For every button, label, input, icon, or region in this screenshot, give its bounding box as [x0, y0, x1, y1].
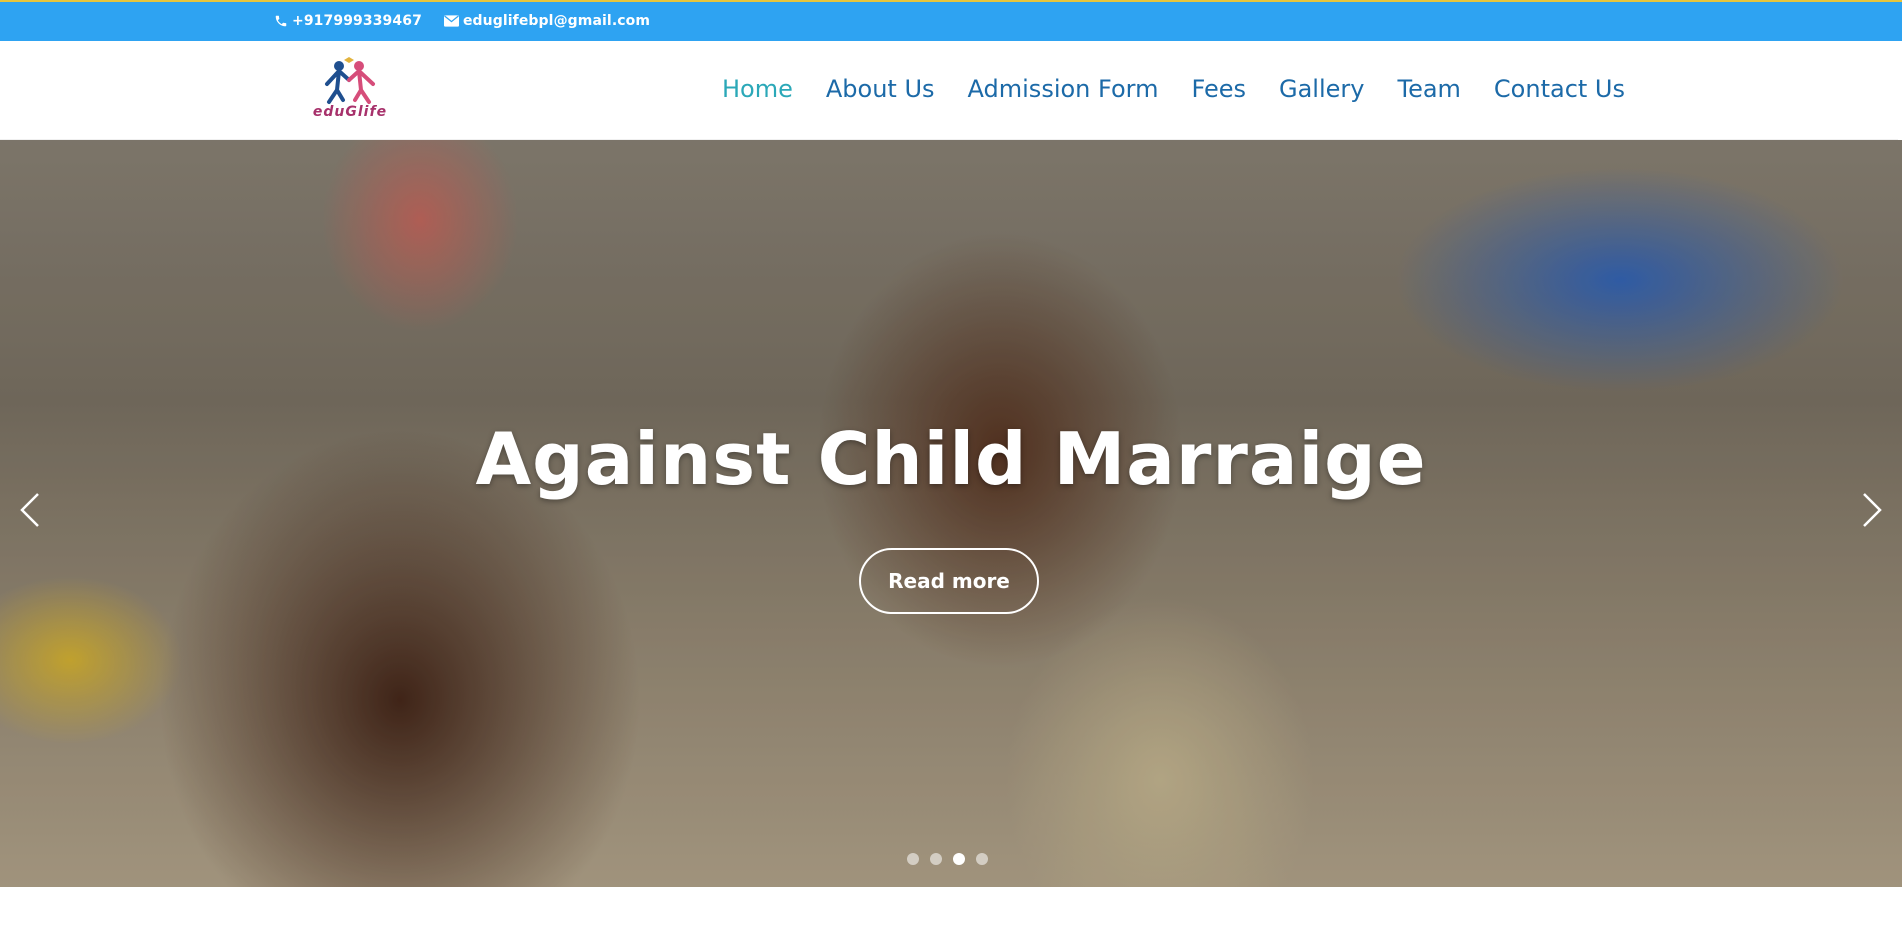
slider-dot-4[interactable]	[976, 853, 988, 865]
phone-icon	[274, 14, 288, 28]
nav-home[interactable]: Home	[722, 75, 793, 103]
hero-title: Against Child Marraige	[475, 417, 1427, 501]
slider-pagination	[907, 853, 988, 865]
email-address: eduglifebpl@gmail.com	[462, 13, 651, 29]
nav-admission-form[interactable]: Admission Form	[968, 75, 1159, 103]
site-logo[interactable]: eduGlife	[309, 56, 391, 128]
slider-dot-2[interactable]	[930, 853, 942, 865]
top-contact-bar: +917999339467 eduglifebpl@gmail.com	[0, 0, 1902, 41]
hero-slider: Against Child Marraige Read more	[0, 140, 1902, 887]
read-more-button[interactable]: Read more	[859, 548, 1039, 614]
slider-dot-1[interactable]	[907, 853, 919, 865]
chevron-right-icon	[1863, 493, 1882, 527]
slider-dot-3[interactable]	[953, 853, 965, 865]
nav-contact-us[interactable]: Contact Us	[1494, 75, 1625, 103]
nav-team[interactable]: Team	[1397, 75, 1460, 103]
phone-contact[interactable]: +917999339467	[274, 13, 422, 29]
slider-next-arrow[interactable]	[1852, 490, 1892, 530]
logo-text: eduGlife	[312, 104, 388, 120]
main-navigation: Home About Us Admission Form Fees Galler…	[722, 75, 1625, 103]
contact-info: +917999339467 eduglifebpl@gmail.com	[274, 13, 650, 29]
phone-number: +917999339467	[292, 13, 422, 29]
logo-figures-icon	[325, 57, 375, 104]
nav-about-us[interactable]: About Us	[826, 75, 935, 103]
email-icon	[443, 15, 459, 27]
nav-fees[interactable]: Fees	[1191, 75, 1246, 103]
site-header: eduGlife Home About Us Admission Form Fe…	[0, 41, 1902, 181]
nav-gallery[interactable]: Gallery	[1279, 75, 1364, 103]
email-contact[interactable]: eduglifebpl@gmail.com	[443, 13, 651, 29]
